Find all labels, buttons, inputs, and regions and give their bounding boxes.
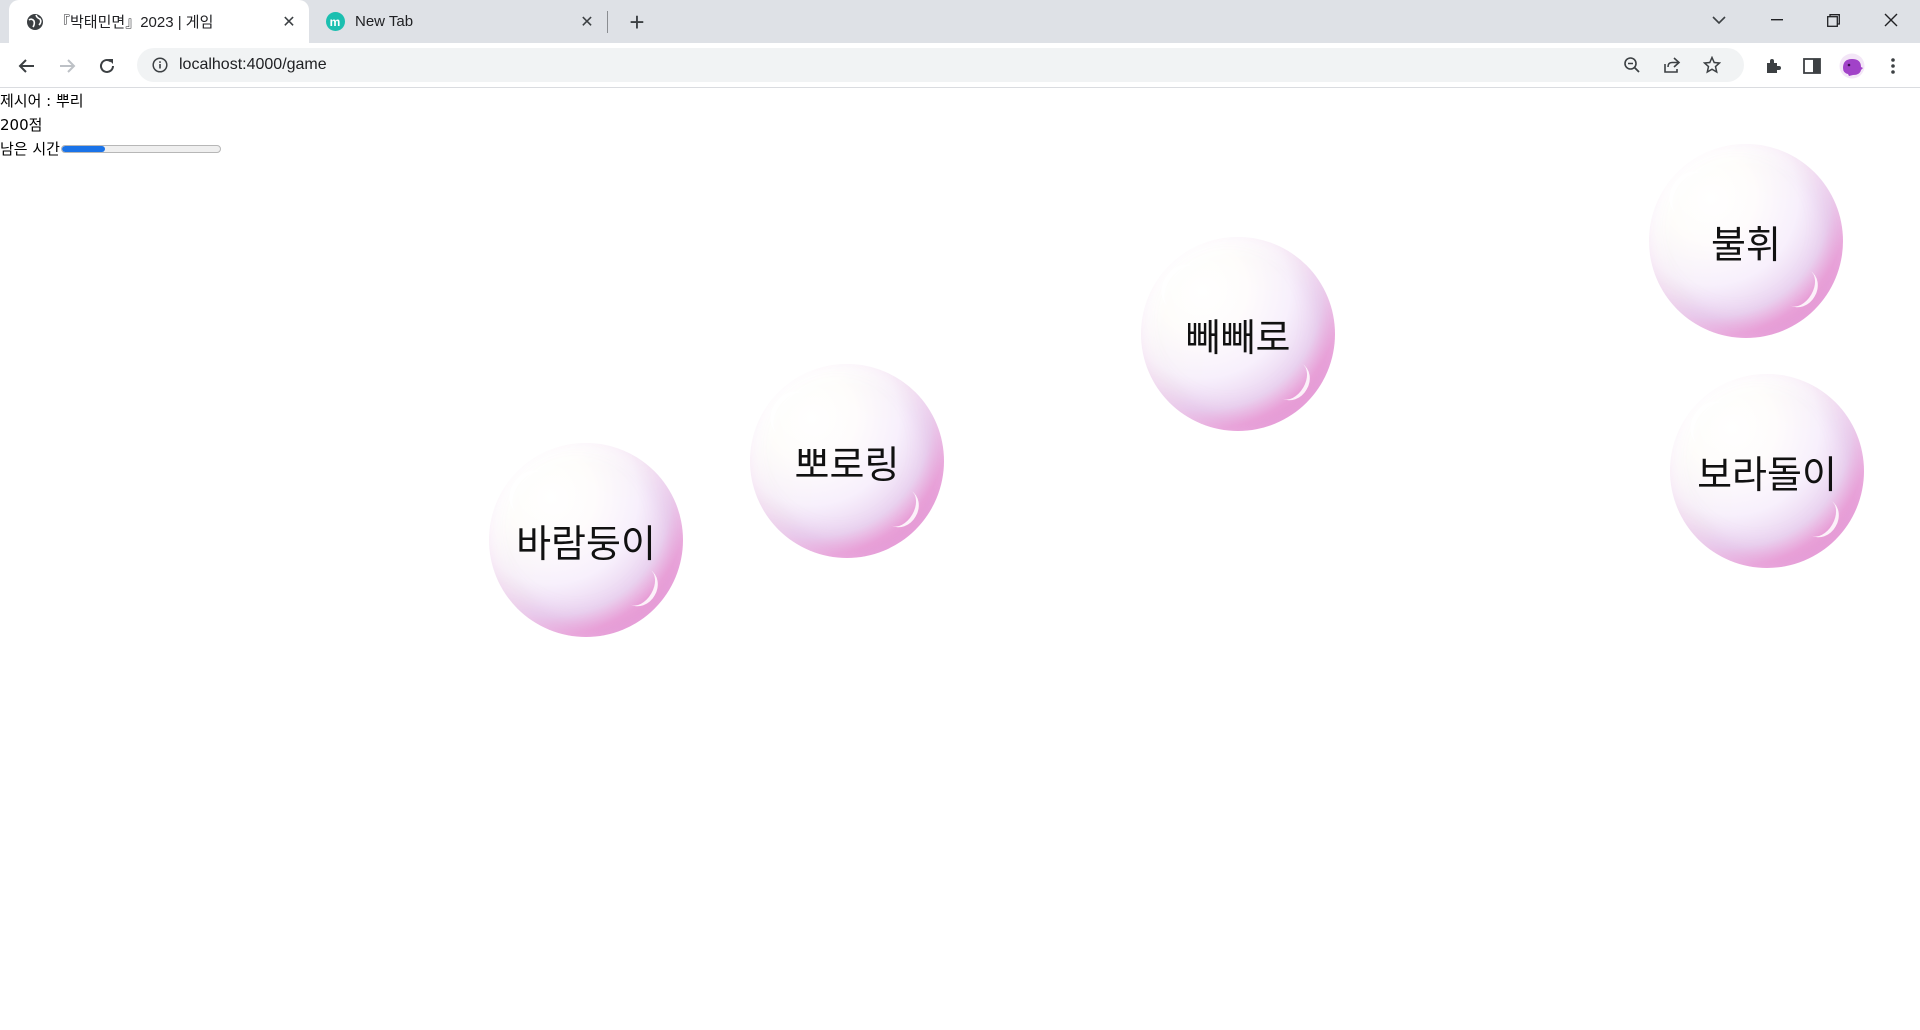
game-page: 제시어 : 뿌리 200점 남은 시간 불휘 빼빼로 뽀로링 보라돌이 바람둥이 [0, 89, 1920, 1030]
tab-new-tab[interactable]: m New Tab ✕ [311, 0, 607, 43]
game-hud: 제시어 : 뿌리 200점 남은 시간 [0, 89, 221, 161]
hint-text: 제시어 : 뿌리 [0, 92, 84, 110]
reload-button[interactable] [90, 49, 124, 83]
bubble-word: 뽀로링 [794, 442, 900, 487]
globe-icon [25, 12, 45, 32]
word-bubble[interactable]: 빼빼로 [1141, 237, 1335, 431]
reload-icon [100, 58, 114, 73]
zoom-icon[interactable] [1617, 53, 1647, 77]
bubble-word: 불휘 [1711, 222, 1781, 267]
tab-title: New Tab [355, 13, 414, 30]
restore-icon[interactable] [1808, 0, 1858, 40]
m-badge-icon: m [325, 12, 345, 32]
extensions-icon[interactable] [1760, 54, 1786, 78]
tab-strip: 『박태민면』2023 | 게임 ✕ m New Tab ✕ + [0, 0, 1920, 43]
browser-toolbar: localhost:4000/game [0, 43, 1920, 88]
more-menu-icon[interactable] [1880, 54, 1906, 78]
word-bubble[interactable]: 뽀로링 [750, 364, 944, 558]
back-button[interactable] [10, 49, 44, 83]
tab-title: 『박태민면』2023 | 게임 [55, 14, 214, 31]
close-icon[interactable]: ✕ [576, 11, 598, 33]
close-window-icon[interactable] [1866, 0, 1916, 40]
bubble-word: 바람둥이 [516, 521, 656, 566]
close-icon[interactable]: ✕ [278, 11, 300, 33]
bubble-word: 빼빼로 [1185, 315, 1291, 360]
new-tab-button[interactable]: + [622, 7, 652, 37]
tab-divider [607, 11, 608, 33]
forward-button[interactable] [50, 49, 84, 83]
arrow-left-icon [18, 59, 34, 73]
word-bubble[interactable]: 보라돌이 [1670, 374, 1864, 568]
timer-label: 남은 시간 [0, 140, 60, 158]
share-icon[interactable] [1657, 53, 1687, 77]
timer-progress-bar [60, 145, 221, 153]
side-panel-icon[interactable] [1799, 54, 1825, 78]
profile-avatar[interactable] [1838, 53, 1866, 79]
arrow-right-icon [60, 59, 76, 73]
tab-game[interactable]: 『박태민면』2023 | 게임 ✕ [9, 0, 309, 43]
info-icon[interactable] [143, 48, 177, 82]
score-text: 200점 [0, 116, 43, 134]
word-bubble[interactable]: 바람둥이 [489, 443, 683, 637]
address-bar[interactable]: localhost:4000/game [137, 48, 1744, 82]
url-text: localhost:4000/game [179, 56, 327, 73]
minimize-icon[interactable] [1752, 0, 1802, 40]
timer-progress-fill [61, 146, 105, 152]
timer-row: 남은 시간 [0, 137, 221, 161]
bubble-word: 보라돌이 [1697, 452, 1837, 497]
word-bubble[interactable]: 불휘 [1649, 144, 1843, 338]
bookmark-star-icon[interactable] [1697, 53, 1727, 77]
tab-search-icon[interactable] [1694, 0, 1744, 40]
